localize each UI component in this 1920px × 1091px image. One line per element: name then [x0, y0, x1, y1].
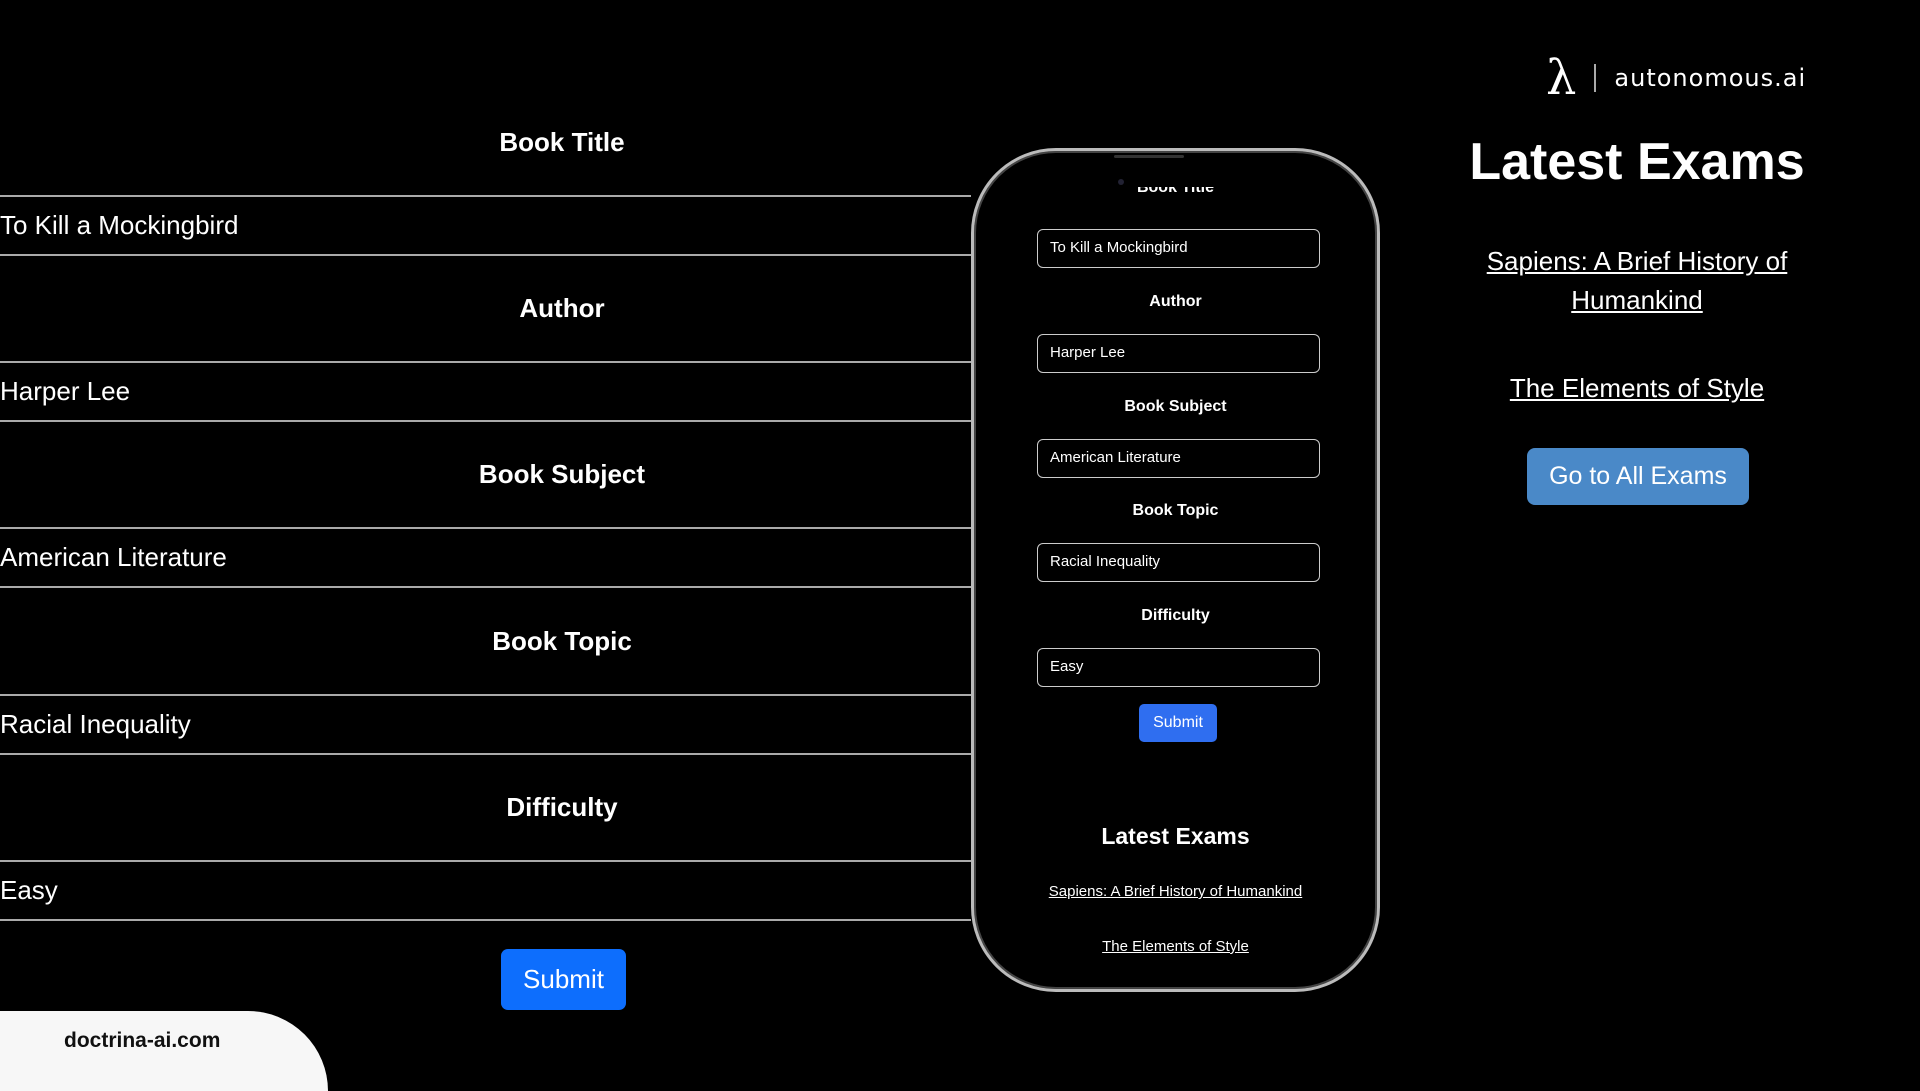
brand-name: autonomous.ai: [1614, 64, 1807, 92]
phone-input-book-topic[interactable]: Racial Inequality: [1037, 543, 1320, 582]
latest-exams-title: Latest Exams: [1469, 133, 1805, 191]
brand-divider: [1594, 64, 1597, 92]
exam-link-sapiens[interactable]: Sapiens: A Brief History of Humankind: [1477, 242, 1797, 320]
label-difficulty: Difficulty: [506, 792, 618, 822]
phone-input-difficulty[interactable]: Easy: [1037, 648, 1320, 687]
phone-label-author: Author: [1149, 293, 1202, 310]
phone-input-book-title[interactable]: To Kill a Mockingbird: [1037, 229, 1320, 268]
phone-mockup: Book Title To Kill a Mockingbird Author …: [971, 148, 1380, 992]
input-difficulty[interactable]: Easy: [0, 860, 971, 921]
phone-submit-button[interactable]: Submit: [1139, 704, 1217, 742]
phone-speaker: [1114, 155, 1184, 158]
phone-input-author[interactable]: Harper Lee: [1037, 334, 1320, 373]
phone-exam-link-sapiens[interactable]: Sapiens: A Brief History of Humankind: [974, 883, 1377, 900]
site-badge: doctrina-ai.com: [0, 1011, 328, 1091]
label-book-topic: Book Topic: [492, 626, 632, 656]
go-to-all-exams-button[interactable]: Go to All Exams: [1527, 448, 1749, 505]
input-book-topic[interactable]: Racial Inequality: [0, 694, 971, 755]
phone-label-book-topic: Book Topic: [1132, 502, 1219, 519]
phone-label-book-title: Book Title: [1136, 187, 1215, 196]
input-book-subject[interactable]: American Literature: [0, 527, 971, 588]
phone-label-difficulty: Difficulty: [1141, 607, 1210, 624]
phone-latest-exams-title: Latest Exams: [1101, 823, 1250, 849]
label-book-title: Book Title: [499, 127, 625, 157]
submit-button[interactable]: Submit: [501, 949, 626, 1010]
label-author: Author: [519, 293, 605, 323]
input-book-title[interactable]: To Kill a Mockingbird: [0, 195, 971, 256]
input-author[interactable]: Harper Lee: [0, 361, 971, 422]
label-book-subject: Book Subject: [478, 459, 646, 489]
brand-logo: λ autonomous.ai: [1546, 50, 1806, 106]
camera-icon: [1118, 179, 1124, 185]
phone-input-book-subject[interactable]: American Literature: [1037, 439, 1320, 478]
exam-link-elements[interactable]: The Elements of Style: [1437, 369, 1837, 408]
lambda-logo-icon: λ: [1546, 50, 1577, 106]
phone-exam-link-elements[interactable]: The Elements of Style: [974, 938, 1377, 955]
phone-label-book-subject: Book Subject: [1124, 398, 1227, 415]
